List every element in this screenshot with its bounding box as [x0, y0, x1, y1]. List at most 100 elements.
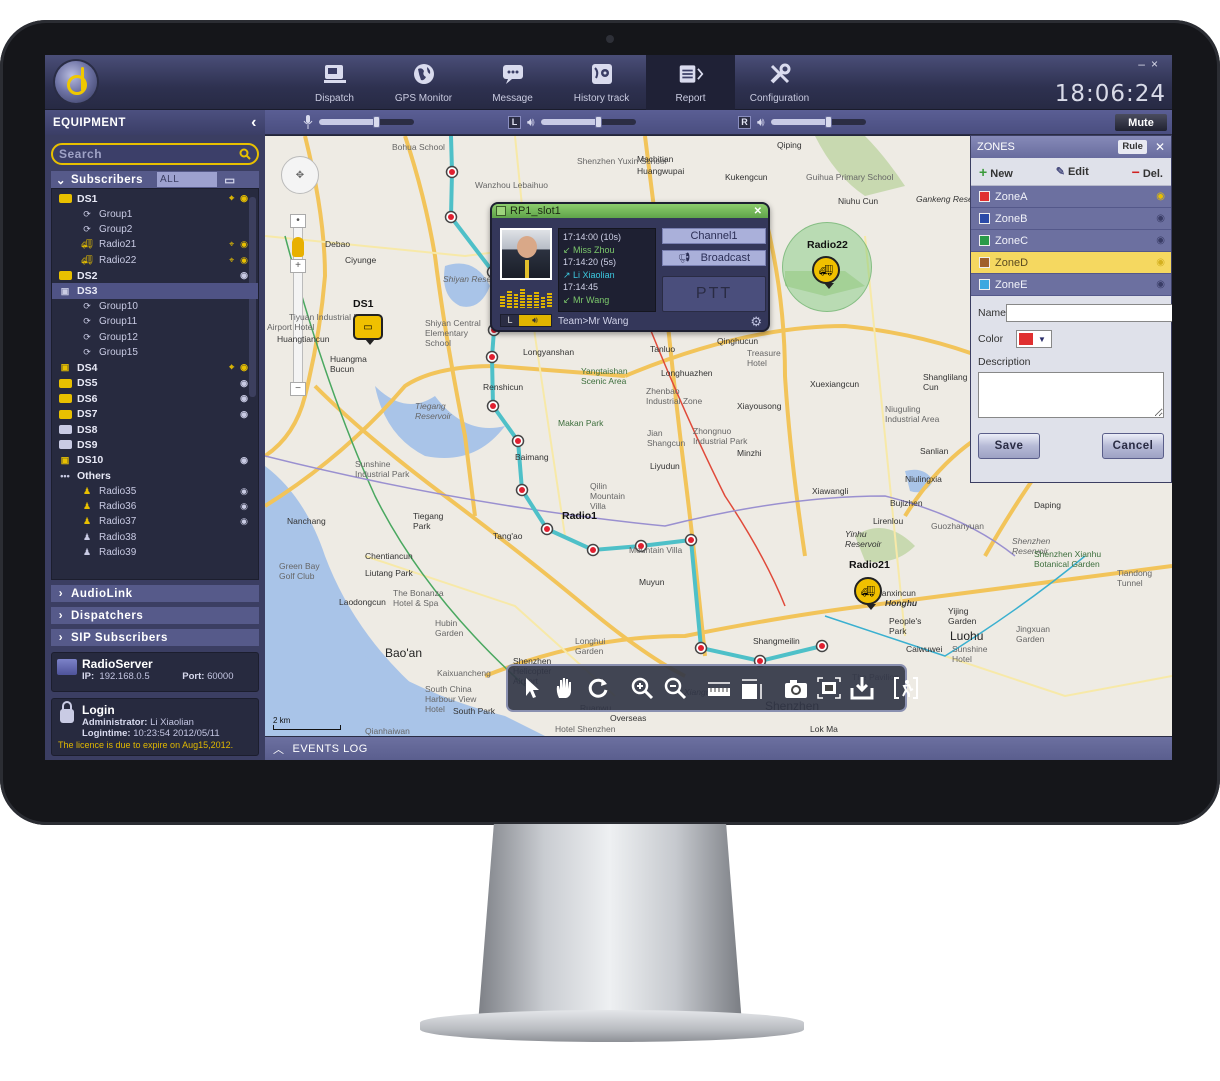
section-sip-subscribers[interactable]: › SIP Subscribers — [51, 629, 259, 646]
mute-button[interactable]: Mute — [1115, 114, 1167, 131]
rule-button[interactable]: Rule — [1118, 140, 1147, 154]
tree-item-radio36[interactable]: ♟ Radio36 ◉ — [52, 499, 258, 514]
color-select[interactable]: ▼ — [1016, 330, 1052, 348]
camera-icon[interactable] — [782, 674, 810, 702]
channel-button[interactable]: Channel1 — [662, 228, 766, 244]
map-pan-control[interactable]: ✥ — [281, 156, 319, 194]
nav-report[interactable]: Report — [646, 55, 735, 110]
cancel-button[interactable]: Cancel — [1102, 433, 1164, 459]
zone-item-zonee[interactable]: ZoneE ◉ — [971, 274, 1171, 296]
locate-icon[interactable]: ⌖ — [229, 362, 234, 373]
eye-icon[interactable]: ◉ — [240, 516, 248, 527]
locate-icon[interactable]: ⌖ — [229, 193, 234, 204]
locate-icon[interactable]: ⌖ — [229, 255, 234, 266]
description-textarea[interactable] — [978, 372, 1164, 418]
ptt-button[interactable]: PTT — [662, 276, 766, 312]
map-zoom-out-button[interactable]: − — [290, 382, 306, 396]
speaker-button[interactable]: 🔊︎ — [519, 315, 551, 326]
zone-item-zoned[interactable]: ZoneD ◉ — [971, 252, 1171, 274]
tree-item-radio22[interactable]: 🚚︎ Radio22 ⌖ ◉ — [52, 253, 258, 268]
nav-dispatch[interactable]: Dispatch — [290, 55, 379, 110]
close-icon[interactable]: ✕ — [1155, 140, 1165, 154]
edit-zone-button[interactable]: ✎ Edit — [1056, 165, 1089, 178]
new-zone-button[interactable]: + New — [979, 164, 1013, 180]
refresh-icon[interactable] — [584, 674, 612, 702]
eye-icon[interactable]: ◉ — [1156, 257, 1165, 268]
popup-select-checkbox[interactable] — [496, 206, 506, 216]
eye-icon[interactable]: ◉ — [1156, 213, 1165, 224]
nav-history-track[interactable]: History track — [557, 55, 646, 110]
tree-item-ds2[interactable]: DS2 ◉ — [52, 268, 258, 283]
tree-item-group11[interactable]: ⟳ Group11 — [52, 314, 258, 329]
eye-icon[interactable]: ◉ — [1156, 235, 1165, 246]
events-log-bar[interactable]: ︿ EVENTS LOG — [265, 736, 1172, 760]
eye-icon[interactable]: ◉ — [240, 501, 248, 512]
save-button[interactable]: Save — [978, 433, 1040, 459]
left-speaker-button[interactable]: L — [501, 315, 519, 326]
minimize-button[interactable]: – — [1138, 57, 1151, 71]
eye-icon[interactable]: ◉ — [240, 270, 248, 281]
tree-item-group1[interactable]: ⟳ Group1 — [52, 206, 258, 221]
tree-item-group10[interactable]: ⟳ Group10 — [52, 299, 258, 314]
tree-item-ds9[interactable]: DS9 — [52, 437, 258, 452]
zone-name-input[interactable] — [1006, 304, 1172, 322]
zone-item-zonec[interactable]: ZoneC ◉ — [971, 230, 1171, 252]
street-view-pegman-icon[interactable] — [292, 237, 304, 257]
subscribers-filter[interactable]: ALL — [156, 172, 217, 187]
tree-item-ds5[interactable]: DS5 ◉ — [52, 376, 258, 391]
tree-item-others[interactable]: ••• Others — [52, 468, 258, 483]
zoom-in-icon[interactable] — [628, 674, 656, 702]
tree-item-group12[interactable]: ⟳ Group12 — [52, 330, 258, 345]
ds1-marker[interactable]: ▭ — [353, 314, 383, 345]
locate-icon[interactable]: ⌖ — [229, 239, 234, 250]
close-icon[interactable]: ✕ — [754, 206, 762, 217]
tree-item-radio39[interactable]: ♟ Radio39 — [52, 545, 258, 560]
left-slider[interactable] — [540, 116, 636, 128]
eye-icon[interactable]: ◉ — [240, 455, 248, 466]
exit-fullscreen-icon[interactable] — [892, 674, 920, 702]
tree-item-radio38[interactable]: ♟ Radio38 — [52, 530, 258, 545]
zone-item-zonea[interactable]: ZoneA ◉ — [971, 186, 1171, 208]
tree-item-ds6[interactable]: DS6 ◉ — [52, 391, 258, 406]
nav-gps-monitor[interactable]: GPS Monitor — [379, 55, 468, 110]
tree-item-ds10[interactable]: ▣ DS10 ◉ — [52, 453, 258, 468]
eye-icon[interactable]: ◉ — [240, 239, 248, 250]
tree-item-group2[interactable]: ⟳ Group2 — [52, 222, 258, 237]
eye-icon[interactable]: ◉ — [1156, 279, 1165, 290]
close-button[interactable]: × — [1151, 57, 1164, 71]
tree-item-radio35[interactable]: ♟ Radio35 ◉ — [52, 483, 258, 498]
zoom-out-icon[interactable] — [661, 674, 689, 702]
nav-message[interactable]: Message — [468, 55, 557, 110]
tree-item-radio37[interactable]: ♟ Radio37 ◉ — [52, 514, 258, 529]
eye-icon[interactable]: ◉ — [240, 378, 248, 389]
gear-icon[interactable]: ⚙ — [750, 314, 762, 330]
eye-icon[interactable]: ◉ — [240, 409, 248, 420]
tree-item-ds4[interactable]: ▣ DS4 ⌖ ◉ — [52, 360, 258, 375]
radio22-marker[interactable]: 🚚︎ — [812, 256, 840, 289]
tree-item-radio21[interactable]: 🚚︎ Radio21 ⌖ ◉ — [52, 237, 258, 252]
screenshot-icon[interactable] — [815, 674, 843, 702]
eye-icon[interactable]: ◉ — [240, 193, 248, 204]
search-input[interactable]: Search — [51, 143, 259, 165]
pointer-icon[interactable] — [518, 674, 546, 702]
mic-slider[interactable] — [319, 116, 414, 128]
device-view-icon[interactable]: ▭ — [219, 173, 241, 187]
tree-item-ds8[interactable]: DS8 — [52, 422, 258, 437]
map-zoom-in-button[interactable]: + — [290, 259, 306, 273]
subscribers-header[interactable]: ⌄ Subscribers ALL ▭ — [51, 171, 259, 188]
eye-icon[interactable]: ◉ — [240, 486, 248, 497]
measure-area-icon[interactable] — [738, 674, 766, 702]
map-zoom-reset[interactable]: • — [290, 214, 306, 228]
zone-item-zoneb[interactable]: ZoneB ◉ — [971, 208, 1171, 230]
delete-zone-button[interactable]: − Del. — [1132, 164, 1163, 180]
pan-hand-icon[interactable] — [551, 674, 579, 702]
eye-icon[interactable]: ◉ — [240, 255, 248, 266]
radio21-marker[interactable]: 🚚︎ — [854, 577, 882, 610]
eye-icon[interactable]: ◉ — [240, 362, 248, 373]
right-slider[interactable] — [770, 116, 866, 128]
tree-item-ds7[interactable]: DS7 ◉ — [52, 406, 258, 421]
nav-configuration[interactable]: Configuration — [735, 55, 824, 110]
broadcast-button[interactable]: 📢︎ Broadcast — [662, 250, 766, 266]
tree-item-ds3[interactable]: ▣ DS3 — [52, 283, 258, 299]
section-dispatchers[interactable]: › Dispatchers — [51, 607, 259, 624]
